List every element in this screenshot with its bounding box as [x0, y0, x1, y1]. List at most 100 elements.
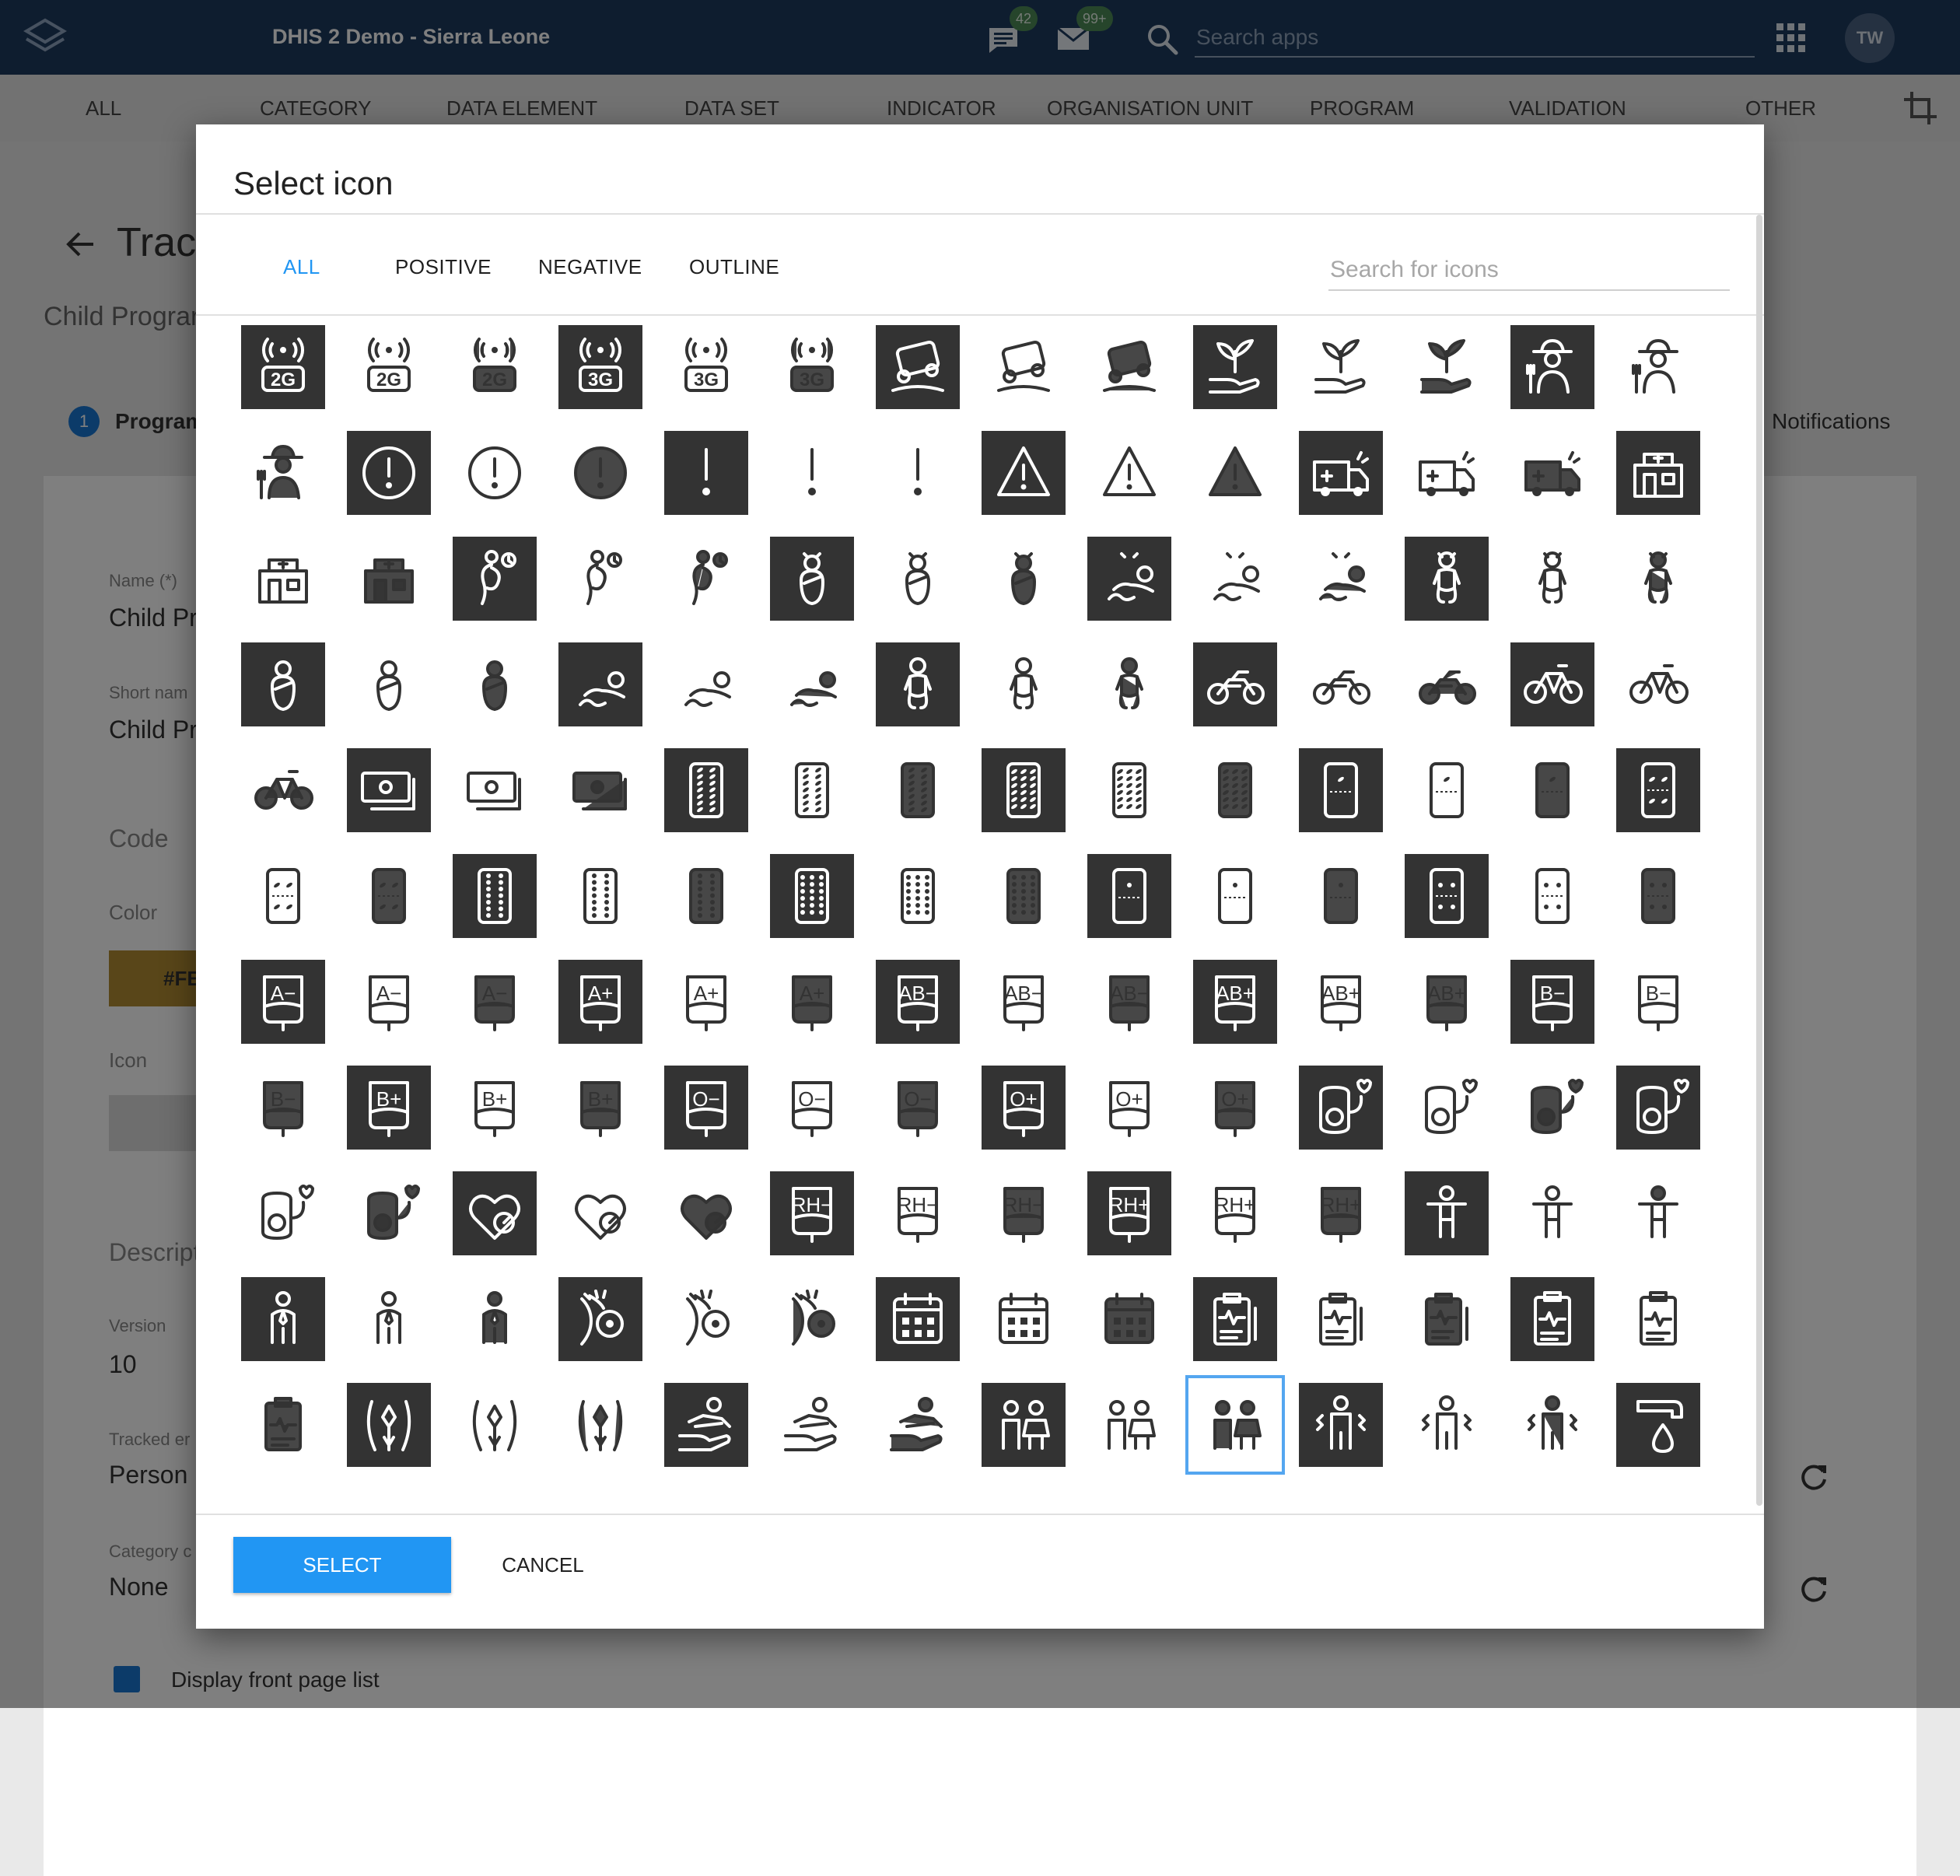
cervical-positive-icon[interactable] — [347, 1383, 431, 1467]
4x4-negative-icon[interactable] — [1087, 325, 1171, 409]
blister-pills-oval-x14-negative-icon[interactable] — [876, 748, 960, 832]
agriculture-outline-icon[interactable] — [1299, 325, 1383, 409]
alert-circle-positive-icon[interactable] — [347, 431, 431, 515]
blood-b-p-negative-icon[interactable]: B+ — [558, 1066, 642, 1150]
blood-a-n-negative-icon[interactable]: A− — [453, 960, 537, 1044]
basic-motorcycle-positive-icon[interactable] — [1193, 642, 1277, 726]
blood-b-n-positive-icon[interactable]: B− — [1510, 960, 1594, 1044]
blood-pressure-monitor-positive-icon[interactable] — [453, 1171, 537, 1255]
alert-outline-icon[interactable] — [770, 431, 854, 515]
agriculture-worker-negative-icon[interactable] — [241, 431, 325, 515]
ancv-negative-icon[interactable] — [664, 537, 748, 621]
alert-triangle-outline-icon[interactable] — [1087, 431, 1171, 515]
4x4-outline-icon[interactable] — [982, 325, 1066, 409]
blister-pills-round-x16-negative-icon[interactable] — [982, 854, 1066, 938]
blood-ab-n-outline-icon[interactable]: AB− — [982, 960, 1066, 1044]
blister-pills-round-x4-negative-icon[interactable] — [1616, 854, 1700, 938]
blood-b-p-outline-icon[interactable]: B+ — [453, 1066, 537, 1150]
children-outline-icon[interactable] — [1087, 1383, 1171, 1467]
blood-rh-n-positive-icon[interactable]: RH− — [770, 1171, 854, 1255]
child-care-positive-icon[interactable] — [664, 1383, 748, 1467]
blister-pills-round-x1-negative-icon[interactable] — [1299, 854, 1383, 938]
3g-positive-icon[interactable]: 3G — [558, 325, 642, 409]
blister-pills-round-x4-outline-icon[interactable] — [1510, 854, 1594, 938]
4x4-positive-icon[interactable] — [876, 325, 960, 409]
boy-1015y-outline-icon[interactable] — [347, 1277, 431, 1361]
blister-pills-oval-x16-outline-icon[interactable] — [1087, 748, 1171, 832]
2g-outline-icon[interactable]: 2G — [347, 325, 431, 409]
cervical-negative-icon[interactable] — [558, 1383, 642, 1467]
blood-rh-n-negative-icon[interactable]: RH− — [982, 1171, 1066, 1255]
filter-tab-outline[interactable]: OUTLINE — [689, 255, 779, 279]
blister-pills-oval-x1-outline-icon[interactable] — [1405, 748, 1489, 832]
ancv-positive-icon[interactable] — [453, 537, 537, 621]
blood-pressure-2-positive-icon[interactable] — [1299, 1066, 1383, 1150]
baby-female-0203m-outline-icon[interactable] — [876, 537, 960, 621]
blister-pills-oval-x4-positive-icon[interactable] — [1616, 748, 1700, 832]
cervical-outline-icon[interactable] — [453, 1383, 537, 1467]
blood-rh-p-positive-icon[interactable]: RH+ — [1087, 1171, 1171, 1255]
bike-positive-icon[interactable] — [1510, 642, 1594, 726]
blood-b-n-negative-icon[interactable]: B− — [241, 1066, 325, 1150]
blood-o-p-outline-icon[interactable]: O+ — [1087, 1066, 1171, 1150]
blister-pills-round-x14-positive-icon[interactable] — [453, 854, 537, 938]
clipboard-outline-icon[interactable] — [1616, 1277, 1700, 1361]
calendar-negative-icon[interactable] — [1087, 1277, 1171, 1361]
chills-positive-icon[interactable] — [1299, 1383, 1383, 1467]
blood-ab-n-negative-icon[interactable]: AB− — [1087, 960, 1171, 1044]
alert-positive-icon[interactable] — [664, 431, 748, 515]
blister-pills-oval-x16-negative-icon[interactable] — [1193, 748, 1277, 832]
baby-male-0306m-positive-icon[interactable] — [558, 642, 642, 726]
blood-rh-p-negative-icon[interactable]: RH+ — [1299, 1171, 1383, 1255]
blood-rh-p-outline-icon[interactable]: RH+ — [1193, 1171, 1277, 1255]
blood-o-n-negative-icon[interactable]: O− — [876, 1066, 960, 1150]
blood-o-n-positive-icon[interactable]: O− — [664, 1066, 748, 1150]
blister-pills-round-x16-outline-icon[interactable] — [876, 854, 960, 938]
bike-negative-icon[interactable] — [241, 748, 325, 832]
ambulatory-clinic-negative-icon[interactable] — [347, 537, 431, 621]
blood-pressure-monitor-outline-icon[interactable] — [558, 1171, 642, 1255]
body-positive-icon[interactable] — [1405, 1171, 1489, 1255]
ambulatory-clinic-positive-icon[interactable] — [1616, 431, 1700, 515]
baby-male-0203m-outline-icon[interactable] — [347, 642, 431, 726]
chills-negative-icon[interactable] — [1510, 1383, 1594, 1467]
breast-feeding-outline-icon[interactable] — [664, 1277, 748, 1361]
clipboard-positive-icon[interactable] — [1510, 1277, 1594, 1361]
blood-ab-n-positive-icon[interactable]: AB− — [876, 960, 960, 1044]
basic-motorcycle-negative-icon[interactable] — [1405, 642, 1489, 726]
blister-pills-round-x14-outline-icon[interactable] — [558, 854, 642, 938]
blood-rh-n-outline-icon[interactable]: RH− — [876, 1171, 960, 1255]
ambulance-positive-icon[interactable] — [1299, 431, 1383, 515]
2g-negative-icon[interactable]: 2G — [453, 325, 537, 409]
blister-pills-oval-x1-negative-icon[interactable] — [1510, 748, 1594, 832]
alert-negative-icon[interactable] — [876, 431, 960, 515]
blood-o-n-outline-icon[interactable]: O− — [770, 1066, 854, 1150]
blood-b-p-positive-icon[interactable]: B+ — [347, 1066, 431, 1150]
blister-pills-oval-x4-outline-icon[interactable] — [241, 854, 325, 938]
blister-pills-oval-x14-positive-icon[interactable] — [664, 748, 748, 832]
blood-ab-p-negative-icon[interactable]: AB+ — [1405, 960, 1489, 1044]
baby-male-0203m-negative-icon[interactable] — [453, 642, 537, 726]
calendar-positive-icon[interactable] — [876, 1277, 960, 1361]
bills-negative-icon[interactable] — [558, 748, 642, 832]
ancv-outline-icon[interactable] — [558, 537, 642, 621]
clean-water-positive-icon[interactable] — [1616, 1383, 1700, 1467]
basic-motorcycle-outline-icon[interactable] — [1299, 642, 1383, 726]
bike-outline-icon[interactable] — [1616, 642, 1700, 726]
alert-circle-negative-icon[interactable] — [558, 431, 642, 515]
chart-health-outline-icon[interactable] — [1299, 1277, 1383, 1361]
baby-male-0609m-positive-icon[interactable] — [876, 642, 960, 726]
children-positive-icon[interactable] — [982, 1383, 1066, 1467]
baby-male-0306m-outline-icon[interactable] — [664, 642, 748, 726]
alert-circle-outline-icon[interactable] — [453, 431, 537, 515]
blister-pills-oval-x1-positive-icon[interactable] — [1299, 748, 1383, 832]
baby-female-0203m-positive-icon[interactable] — [770, 537, 854, 621]
ambulance-negative-icon[interactable] — [1510, 431, 1594, 515]
select-button[interactable]: SELECT — [233, 1537, 451, 1593]
child-care-negative-icon[interactable] — [876, 1383, 960, 1467]
blister-pills-round-x4-positive-icon[interactable] — [1405, 854, 1489, 938]
blood-a-n-outline-icon[interactable]: A− — [347, 960, 431, 1044]
icon-list-scrollbar[interactable] — [1756, 215, 1762, 1506]
chart-health-positive-icon[interactable] — [1193, 1277, 1277, 1361]
alert-triangle-positive-icon[interactable] — [982, 431, 1066, 515]
